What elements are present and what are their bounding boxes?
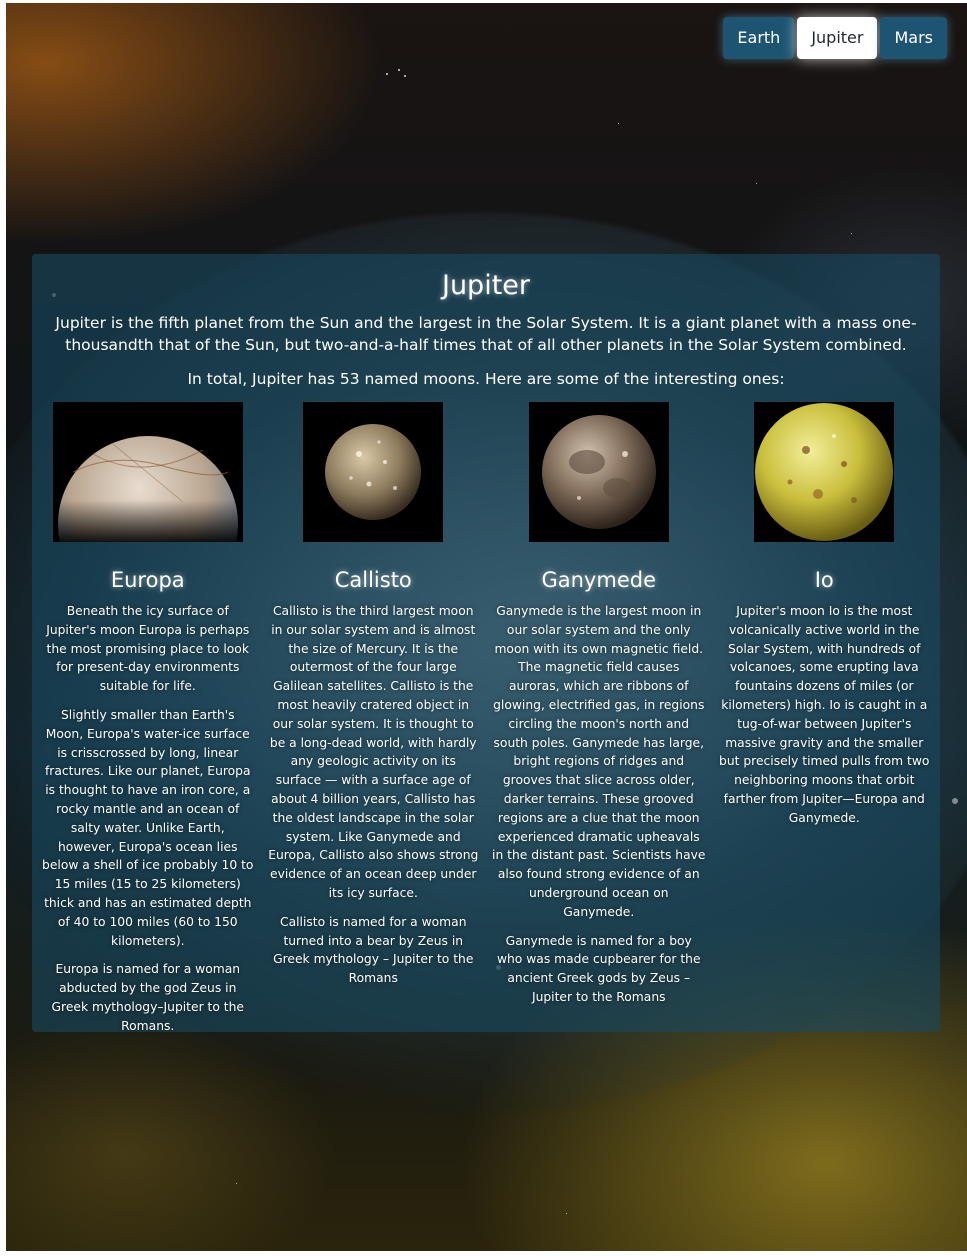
io-image xyxy=(754,402,895,542)
star xyxy=(851,233,852,234)
moon-name-ganymede: Ganymede xyxy=(541,568,656,592)
ganymede-image xyxy=(528,402,669,542)
callisto-image xyxy=(303,402,444,542)
nav-mars-button[interactable]: Mars xyxy=(880,17,947,59)
star xyxy=(236,1183,237,1184)
moon-name-europa: Europa xyxy=(110,568,185,592)
star xyxy=(566,1213,567,1214)
star xyxy=(756,183,757,184)
moons-intro: In total, Jupiter has 53 named moons. He… xyxy=(187,370,785,388)
moons-grid: Europa Beneath the icy surface of Jupite… xyxy=(32,402,940,1046)
page-title: Jupiter xyxy=(441,270,530,301)
planet-intro: Jupiter is the fifth planet from the Sun… xyxy=(55,314,917,354)
moon-card-europa: Europa Beneath the icy surface of Jupite… xyxy=(35,402,261,1046)
europa-image xyxy=(52,402,243,542)
moon-name-callisto: Callisto xyxy=(334,568,412,592)
planet-nav: Earth Jupiter Mars xyxy=(723,17,947,59)
star xyxy=(386,73,388,75)
star xyxy=(404,75,406,77)
star xyxy=(952,798,958,804)
nav-earth-button[interactable]: Earth xyxy=(723,17,795,59)
callisto-paragraph-2: Callisto is named for a woman turned int… xyxy=(273,914,474,986)
europa-paragraph-1: Beneath the icy surface of Jupiter's moo… xyxy=(46,604,250,694)
ganymede-paragraph-1: Ganymede is the largest moon in our sola… xyxy=(492,604,706,919)
io-paragraph-1: Jupiter's moon Io is the most volcanical… xyxy=(719,604,930,825)
europa-paragraph-3: Europa is named for a woman abducted by … xyxy=(51,962,244,1033)
moon-card-callisto: Callisto Callisto is the third largest m… xyxy=(261,402,487,1046)
moon-card-ganymede: Ganymede Ganymede is the largest moon in… xyxy=(486,402,712,1046)
europa-paragraph-2: Slightly smaller than Earth's Moon, Euro… xyxy=(42,707,254,948)
page-background: Earth Jupiter Mars Jupiter Jupiter is th… xyxy=(6,3,967,1251)
moon-card-io: Io Jupiter's moon Io is the most volcani… xyxy=(712,402,938,1046)
ganymede-paragraph-2: Ganymede is named for a boy who was made… xyxy=(496,933,701,1004)
callisto-paragraph-1: Callisto is the third largest moon in ou… xyxy=(268,604,479,900)
star xyxy=(618,123,619,124)
moon-name-io: Io xyxy=(814,568,834,592)
nav-jupiter-button[interactable]: Jupiter xyxy=(797,17,878,59)
planet-content: Jupiter Jupiter is the fifth planet from… xyxy=(32,268,940,1046)
star xyxy=(398,69,400,71)
